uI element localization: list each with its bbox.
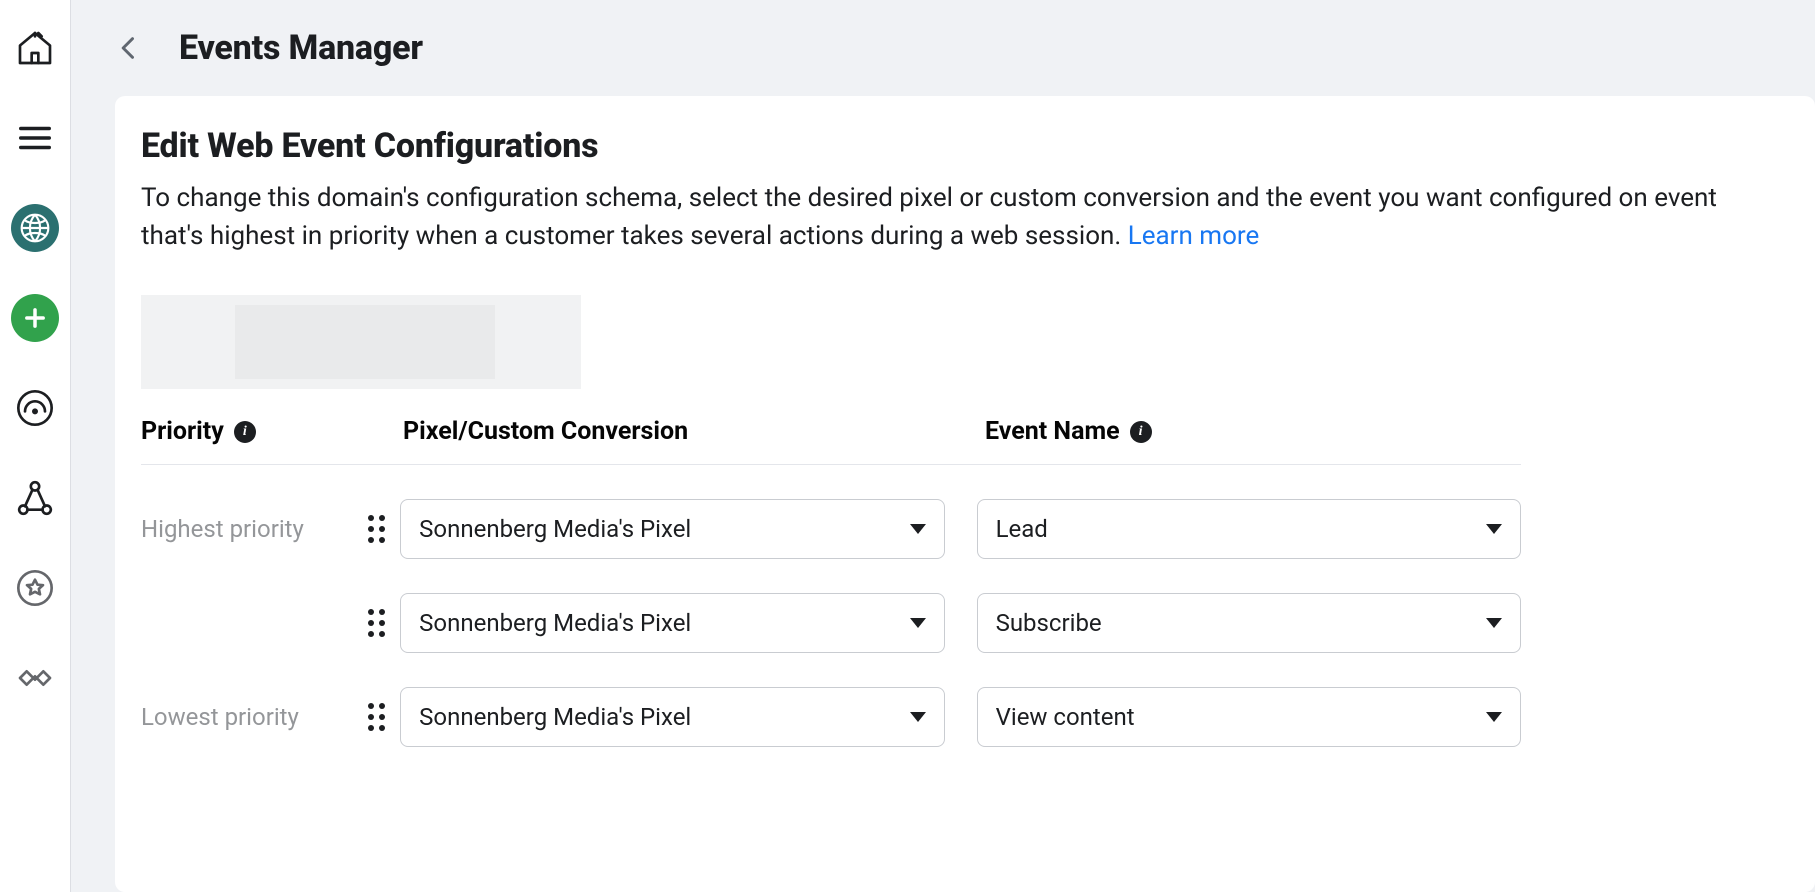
info-icon[interactable]: i (234, 421, 256, 443)
priority-label: Lowest priority (141, 703, 353, 731)
event-select-value: Subscribe (996, 609, 1102, 637)
table-header: Priority i Pixel/Custom Conversion Event… (141, 417, 1521, 465)
pixel-select-value: Sonnenberg Media's Pixel (419, 609, 691, 637)
page-title: Events Manager (179, 28, 423, 68)
description-text: To change this domain's configuration sc… (141, 183, 1717, 251)
pixel-select-value: Sonnenberg Media's Pixel (419, 515, 691, 543)
learn-more-link[interactable]: Learn more (1128, 221, 1260, 251)
handshake-icon (15, 658, 55, 698)
drag-handle[interactable] (353, 609, 400, 637)
sidebar-item-favorites[interactable] (11, 564, 59, 612)
caret-down-icon (1486, 712, 1502, 722)
event-select[interactable]: Subscribe (977, 593, 1521, 653)
app-layout: Events Manager Edit Web Event Configurat… (0, 0, 1815, 892)
chevron-left-icon (115, 29, 143, 67)
pixel-select[interactable]: Sonnenberg Media's Pixel (400, 499, 944, 559)
drag-icon (368, 609, 385, 637)
section-description: To change this domain's configuration sc… (141, 180, 1781, 255)
event-table: Priority i Pixel/Custom Conversion Event… (141, 417, 1521, 747)
star-circle-icon (15, 568, 55, 608)
pixel-select[interactable]: Sonnenberg Media's Pixel (400, 687, 944, 747)
column-priority: Priority (141, 417, 224, 446)
sidebar-item-data-sources[interactable] (11, 204, 59, 252)
table-row: Highest priority Sonnenberg Media's Pixe… (141, 499, 1521, 559)
drag-handle[interactable] (353, 515, 400, 543)
caret-down-icon (1486, 524, 1502, 534)
share-nodes-icon (15, 478, 55, 518)
table-rows: Highest priority Sonnenberg Media's Pixe… (141, 465, 1521, 747)
caret-down-icon (910, 618, 926, 628)
caret-down-icon (910, 524, 926, 534)
sidebar (0, 0, 71, 892)
caret-down-icon (1486, 618, 1502, 628)
event-select[interactable]: Lead (977, 499, 1521, 559)
column-pixel: Pixel/Custom Conversion (403, 417, 688, 446)
sidebar-item-partner-integrations[interactable] (11, 654, 59, 702)
drag-handle[interactable] (353, 703, 400, 731)
sidebar-item-audience[interactable] (11, 384, 59, 432)
event-select-value: View content (996, 703, 1135, 731)
priority-label: Highest priority (141, 515, 353, 543)
event-select[interactable]: View content (977, 687, 1521, 747)
gauge-icon (15, 388, 55, 428)
info-icon[interactable]: i (1130, 421, 1152, 443)
drag-icon (368, 515, 385, 543)
globe-icon (19, 212, 51, 244)
pixel-select[interactable]: Sonnenberg Media's Pixel (400, 593, 944, 653)
caret-down-icon (910, 712, 926, 722)
home-icon (15, 28, 55, 68)
sidebar-item-menu[interactable] (11, 114, 59, 162)
column-event: Event Name (985, 417, 1120, 446)
sidebar-item-home[interactable] (11, 24, 59, 72)
section-title: Edit Web Event Configurations (141, 126, 1815, 166)
panel: Edit Web Event Configurations To change … (115, 96, 1815, 892)
panel-inner: Edit Web Event Configurations To change … (115, 126, 1815, 747)
sidebar-item-custom-conversions[interactable] (11, 474, 59, 522)
content: Events Manager Edit Web Event Configurat… (71, 0, 1815, 892)
menu-icon (16, 119, 54, 157)
header: Events Manager (71, 0, 1815, 96)
back-button[interactable] (115, 29, 143, 67)
table-row: Sonnenberg Media's Pixel Subscribe (141, 593, 1521, 653)
table-row: Lowest priority Sonnenberg Media's Pixel… (141, 687, 1521, 747)
sidebar-item-add[interactable] (11, 294, 59, 342)
event-select-value: Lead (996, 515, 1048, 543)
plus-icon (21, 304, 49, 332)
pixel-select-value: Sonnenberg Media's Pixel (419, 703, 691, 731)
drag-icon (368, 703, 385, 731)
domain-redacted-inner (235, 305, 495, 379)
domain-redacted (141, 295, 581, 389)
